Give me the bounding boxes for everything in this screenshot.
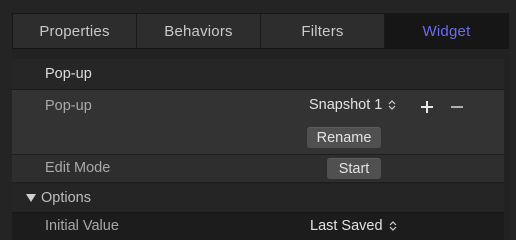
options-disclosure[interactable]: Options <box>12 184 504 213</box>
initial-value-label: Initial Value <box>45 218 119 234</box>
plus-icon <box>421 101 433 113</box>
tab-filters[interactable]: Filters <box>261 14 385 48</box>
options-label: Options <box>41 190 91 206</box>
initial-value-select[interactable]: Last Saved <box>310 218 397 234</box>
popup-row: Pop-up Snapshot 1 Rename <box>12 90 504 155</box>
edit-mode-row: Edit Mode Start <box>12 155 504 183</box>
rename-button[interactable]: Rename <box>307 127 381 148</box>
tab-properties[interactable]: Properties <box>13 14 137 48</box>
inspector-tabs: Properties Behaviors Filters Widget <box>12 13 509 49</box>
section-title: Pop-up <box>45 66 92 82</box>
snapshot-select-value: Snapshot 1 <box>309 97 383 113</box>
initial-value-row: Initial Value Last Saved <box>12 213 504 240</box>
updown-chevron-icon <box>389 221 396 231</box>
inspector-panel: Properties Behaviors Filters Widget Pop-… <box>0 0 516 240</box>
initial-value-select-value: Last Saved <box>310 218 383 234</box>
snapshot-select[interactable]: Snapshot 1 <box>309 97 396 113</box>
tab-behaviors[interactable]: Behaviors <box>137 14 261 48</box>
tab-widget[interactable]: Widget <box>385 14 508 48</box>
disclosure-triangle-icon[interactable] <box>26 194 36 202</box>
edit-mode-label: Edit Mode <box>45 160 111 176</box>
popup-label: Pop-up <box>45 98 92 114</box>
remove-snapshot-button[interactable] <box>448 98 466 116</box>
section-header: Pop-up <box>12 59 504 90</box>
minus-icon <box>451 106 463 108</box>
add-snapshot-button[interactable] <box>418 98 436 116</box>
updown-chevron-icon <box>388 100 396 110</box>
start-button[interactable]: Start <box>327 158 381 179</box>
